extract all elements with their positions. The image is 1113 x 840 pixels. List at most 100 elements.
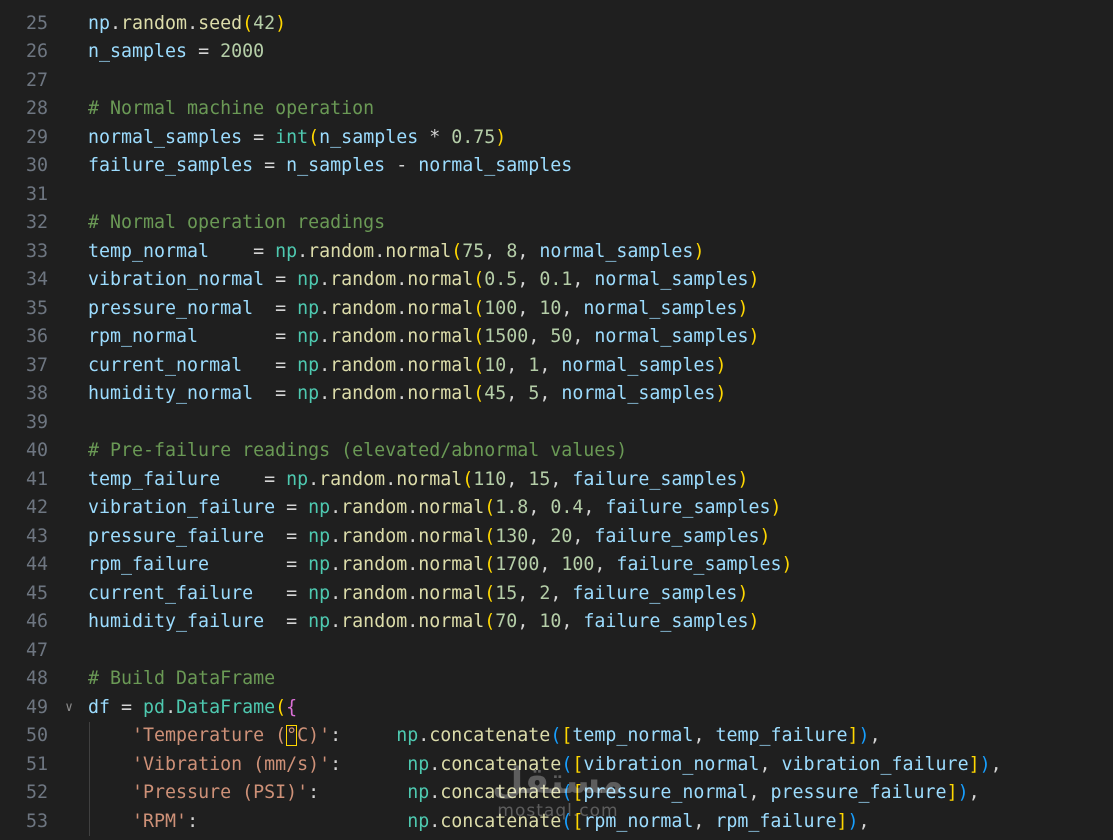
code-token: 1.8 <box>495 497 529 518</box>
code-token: # Normal machine operation <box>88 98 375 119</box>
code-token: pressure_failure <box>770 782 947 803</box>
code-token: rpm_failure <box>88 554 210 575</box>
code-line[interactable]: 41 temp_failure = np.random.normal(110, 1… <box>0 466 1113 495</box>
code-token: , <box>528 525 551 547</box>
code-token: concatenate <box>440 782 562 803</box>
code-line[interactable]: 34 vibration_normal = np.random.normal(0.… <box>0 266 1113 295</box>
code-token: , <box>748 782 771 803</box>
code-token: normal <box>407 297 474 319</box>
line-number: 38 <box>25 383 48 404</box>
code-line[interactable]: 38 humidity_normal = np.random.normal(45,… <box>0 380 1113 409</box>
code-token: failure_samples <box>605 497 771 518</box>
code-line[interactable]: 33 temp_normal = np.random.normal(75, 8, … <box>0 238 1113 267</box>
line-number: 25 <box>25 12 48 34</box>
line-number: 48 <box>25 668 48 689</box>
code-token: normal_samples <box>561 383 716 404</box>
code-token: : <box>330 753 408 775</box>
code-line[interactable]: 27 <box>0 67 1113 96</box>
code-token: np <box>88 12 111 34</box>
code-token: , <box>693 725 716 746</box>
code-token: . <box>330 525 342 547</box>
code-token: { <box>286 696 298 718</box>
code-token: . <box>396 354 408 376</box>
code-text: humidity_failure = np.random.normal(70, … <box>88 608 759 637</box>
code-line[interactable]: 51 'Vibration (mm/s)': np.concatenate([v… <box>0 750 1113 780</box>
code-token: . <box>385 468 397 490</box>
code-token: 130 <box>495 525 529 547</box>
code-line[interactable]: 36 rpm_normal = np.random.normal(1500, 50… <box>0 323 1113 352</box>
code-token: normal_samples <box>539 240 694 262</box>
code-text: failure_samples = n_samples - normal_sam… <box>88 152 572 181</box>
code-token: normal <box>418 525 485 547</box>
code-token: ) <box>847 810 859 832</box>
code-token: . <box>330 497 342 518</box>
code-token: = <box>187 41 221 62</box>
code-line[interactable]: 50 'Temperature (°C)': np.concatenate([t… <box>0 722 1113 751</box>
code-line[interactable]: 28 # Normal machine operation <box>0 95 1113 124</box>
line-number: 40 <box>25 440 48 461</box>
code-token: np <box>308 554 331 575</box>
code-line[interactable]: 29 normal_samples = int(n_samples * 0.75) <box>0 124 1113 153</box>
code-text: pressure_normal = np.random.normal(100, … <box>88 295 748 324</box>
code-line[interactable]: 47 <box>0 637 1113 666</box>
code-text: current_normal = np.random.normal(10, 1,… <box>88 352 726 381</box>
code-text: 'Vibration (mm/s)': np.concatenate([vibr… <box>88 751 1002 780</box>
code-line[interactable]: 35 pressure_normal = np.random.normal(100… <box>0 295 1113 324</box>
code-line[interactable]: 46 humidity_failure = np.random.normal(70… <box>0 608 1113 637</box>
code-token: np <box>297 354 320 376</box>
code-token: np <box>407 753 430 775</box>
code-token: ( <box>242 12 254 34</box>
code-token: random <box>121 12 188 34</box>
code-token: 'Pressure (PSI)' <box>132 782 309 803</box>
code-token: 42 <box>253 12 276 34</box>
code-token: failure_samples <box>594 525 760 547</box>
code-text: # Normal operation readings <box>88 209 385 238</box>
code-token: = <box>275 497 309 518</box>
code-text: temp_failure = np.random.normal(110, 15,… <box>88 466 748 495</box>
code-token: [ <box>572 810 584 832</box>
code-token: current_failure <box>88 582 254 604</box>
code-line[interactable]: 40 # Pre-failure readings (elevated/abnor… <box>0 437 1113 466</box>
code-editor[interactable]: 25 np.random.seed(42) 26 n_samples = 2000 27… <box>0 0 1113 840</box>
code-token: = <box>264 269 298 290</box>
code-line[interactable]: 39 <box>0 409 1113 438</box>
code-text: 'Pressure (PSI)': np.concatenate([pressu… <box>88 779 980 808</box>
code-token: random <box>341 525 408 547</box>
code-token: random <box>330 326 397 347</box>
code-line[interactable]: 32 # Normal operation readings <box>0 209 1113 238</box>
code-line[interactable]: 49 ∨ df = pd.DataFrame({ <box>0 694 1113 723</box>
code-line[interactable]: 48 # Build DataFrame <box>0 665 1113 694</box>
code-line[interactable]: 30 failure_samples = n_samples - normal_s… <box>0 152 1113 181</box>
code-line[interactable]: 43 pressure_failure = np.random.normal(13… <box>0 523 1113 552</box>
code-token: ) <box>737 297 749 319</box>
code-line[interactable]: 42 vibration_failure = np.random.normal(1… <box>0 494 1113 523</box>
code-token: 100 <box>561 554 595 575</box>
code-token: np <box>297 326 320 347</box>
code-token: n_samples <box>88 41 188 62</box>
code-token: ( <box>561 782 573 803</box>
chevron-down-icon[interactable]: ∨ <box>62 694 76 723</box>
code-token: pressure_normal <box>88 297 254 319</box>
code-token: ( <box>473 383 485 404</box>
code-line[interactable]: 25 np.random.seed(42) <box>0 10 1113 39</box>
code-token: 8 <box>506 240 518 262</box>
line-number: 30 <box>25 155 48 176</box>
line-number: 52 <box>25 782 48 803</box>
code-token: , <box>550 468 573 490</box>
line-number: 44 <box>25 554 48 575</box>
code-line[interactable]: 45 current_failure = np.random.normal(15,… <box>0 580 1113 609</box>
code-line[interactable]: 53 'RPM': np.concatenate([rpm_normal, rp… <box>0 807 1113 836</box>
code-token: ( <box>484 554 496 575</box>
line-number: 42 <box>25 497 48 518</box>
line-number: 29 <box>25 126 48 148</box>
code-line[interactable]: 31 <box>0 181 1113 210</box>
code-token: random <box>330 297 397 319</box>
code-line[interactable]: 52 'Pressure (PSI)': np.concatenate([pre… <box>0 779 1113 808</box>
code-line[interactable]: 37 current_normal = np.random.normal(10, … <box>0 352 1113 381</box>
code-line[interactable]: 44 rpm_failure = np.random.normal(1700, 1… <box>0 551 1113 580</box>
code-token: failure_samples <box>572 468 738 490</box>
code-line[interactable]: 26 n_samples = 2000 <box>0 38 1113 67</box>
code-token: 5 <box>528 383 540 404</box>
code-token: ) <box>275 12 287 34</box>
